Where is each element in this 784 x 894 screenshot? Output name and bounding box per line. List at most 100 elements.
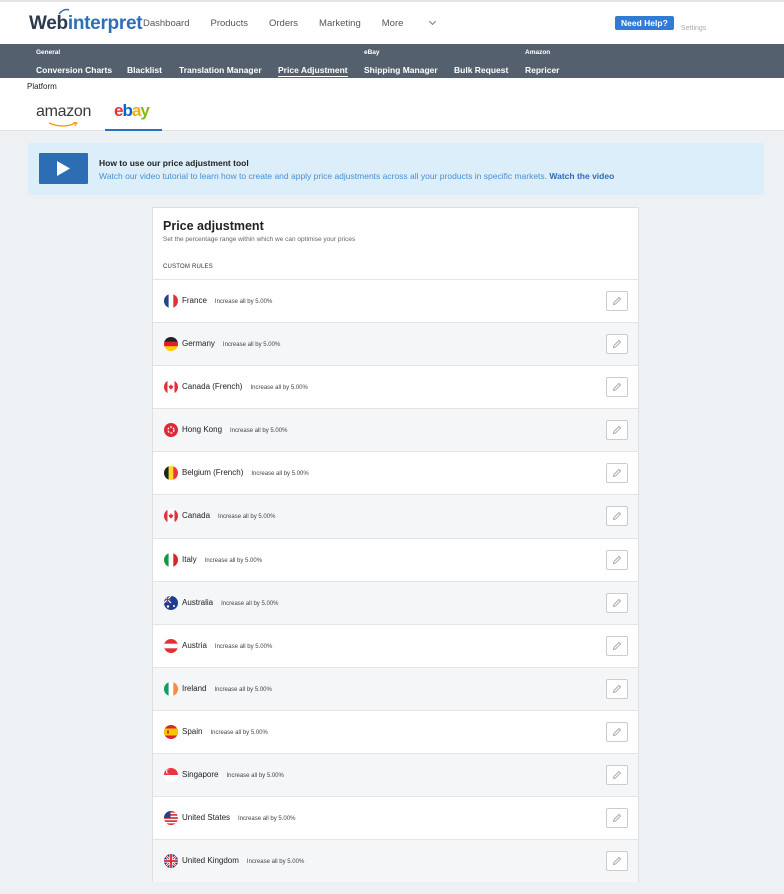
group-label-general: General — [36, 49, 61, 56]
banner-title: How to use our price adjustment tool — [99, 158, 249, 168]
pencil-icon — [612, 814, 622, 823]
country-name: Canada (French) — [182, 382, 243, 392]
group-label-amazon: Amazon — [525, 49, 551, 56]
flag-italy-icon — [164, 552, 178, 567]
edit-rule-button[interactable] — [606, 506, 628, 527]
flag-singapore-icon — [164, 768, 178, 783]
nav-orders[interactable]: Orders — [269, 18, 298, 29]
country-name: Spain — [182, 726, 203, 736]
amazon-smile-icon — [48, 122, 78, 127]
watch-video-link[interactable]: Watch the video — [549, 171, 614, 181]
rule-row: Singapore Increase all by 5.00% — [153, 753, 638, 797]
group-label-ebay: eBay — [364, 49, 380, 56]
edit-rule-button[interactable] — [606, 420, 628, 441]
rule-text: Canada Increase all by 5.00% — [182, 511, 275, 520]
subnav-blacklist[interactable]: Blacklist — [127, 65, 162, 75]
subnav-bulk-request[interactable]: Bulk Request — [454, 65, 508, 75]
flag-austria-icon — [164, 638, 178, 653]
custom-rules-label: CUSTOM RULES — [163, 264, 213, 270]
edit-rule-button[interactable] — [606, 592, 628, 613]
ebay-letter-b: b — [122, 101, 132, 120]
rule-text: France Increase all by 5.00% — [182, 296, 272, 305]
edit-rule-button[interactable] — [606, 463, 628, 484]
video-tutorial-banner: How to use our price adjustment tool Wat… — [28, 143, 764, 195]
platform-selector: Platform amazon ebay — [0, 78, 784, 131]
pencil-icon — [612, 426, 622, 435]
platform-tab-ebay[interactable]: ebay — [105, 96, 162, 131]
pencil-icon — [612, 684, 622, 693]
flag-united-states-icon — [164, 811, 178, 826]
pencil-icon — [612, 469, 622, 478]
platform-tab-amazon[interactable]: amazon — [36, 103, 91, 121]
flag-germany-icon — [164, 337, 178, 352]
rule-text: United Kingdom Increase all by 5.00% — [182, 856, 304, 865]
need-help-button[interactable]: Need Help? — [615, 16, 674, 30]
rule-summary: Increase all by 5.00% — [246, 859, 305, 866]
rule-row: Canada (French) Increase all by 5.00% — [153, 365, 638, 408]
logo-main: Web — [29, 13, 68, 34]
card-subtitle: Set the percentage range within which we… — [163, 236, 356, 243]
nav-products[interactable]: Products — [210, 18, 248, 29]
pencil-icon — [612, 727, 622, 736]
rule-row: Austria Increase all by 5.00% — [153, 623, 638, 667]
logo-accent: interpret — [67, 13, 143, 34]
webinterpret-logo[interactable]: Webinterpret — [29, 13, 143, 35]
flag-ireland-icon — [164, 681, 178, 696]
rule-summary: Increase all by 5.00% — [251, 471, 309, 478]
subnav-conversion-charts[interactable]: Conversion Charts — [36, 65, 112, 75]
edit-rule-button[interactable] — [606, 721, 628, 742]
rule-row: Italy Increase all by 5.00% — [153, 537, 638, 581]
edit-rule-button[interactable] — [606, 765, 628, 786]
rule-summary: Increase all by 5.00% — [218, 514, 276, 521]
rule-row: Ireland Increase all by 5.00% — [153, 666, 638, 710]
subnav-repricer[interactable]: Repricer — [525, 65, 560, 75]
edit-rule-button[interactable] — [606, 377, 628, 398]
banner-text-line: Watch our video tutorial to learn how to… — [99, 171, 614, 181]
rule-row: France Increase all by 5.00% — [153, 279, 638, 322]
rule-row: Germany Increase all by 5.00% — [153, 322, 638, 366]
rule-summary: Increase all by 5.00% — [238, 816, 296, 823]
custom-rules-list: France Increase all by 5.00% Germany Increa… — [153, 279, 638, 883]
rule-summary: Increase all by 5.00% — [250, 385, 308, 392]
flag-canada-french-icon — [164, 380, 178, 395]
country-name: United Kingdom — [182, 856, 239, 866]
edit-rule-button[interactable] — [606, 678, 628, 699]
edit-rule-button[interactable] — [606, 334, 628, 355]
rule-text: Austria Increase all by 5.00% — [182, 641, 272, 650]
nav-more[interactable]: More — [381, 17, 437, 29]
subnav-translation-manager[interactable]: Translation Manager — [179, 65, 262, 75]
edit-rule-button[interactable] — [606, 291, 628, 311]
subnav-price-adjustment[interactable]: Price Adjustment — [278, 65, 348, 77]
rule-text: Hong Kong Increase all by 5.00% — [182, 425, 287, 434]
edit-rule-button[interactable] — [606, 635, 628, 656]
pencil-icon — [612, 598, 622, 607]
rule-text: Germany Increase all by 5.00% — [182, 339, 280, 348]
rule-row: Belgium (French) Increase all by 5.00% — [153, 451, 638, 494]
rule-row: Australia Increase all by 5.00% — [153, 580, 638, 624]
settings-link[interactable]: Settings — [681, 25, 706, 32]
country-name: France — [182, 296, 207, 305]
nav-more-label: More — [381, 18, 404, 29]
rule-text: Spain Increase all by 5.00% — [182, 727, 268, 736]
ebay-logo: ebay — [114, 101, 150, 121]
play-video-button[interactable] — [39, 153, 88, 184]
country-name: Austria — [182, 640, 207, 650]
flag-hong-kong-icon — [164, 423, 178, 438]
country-name: Hong Kong — [182, 425, 223, 435]
edit-rule-button[interactable] — [606, 549, 628, 570]
edit-rule-button[interactable] — [606, 851, 628, 872]
rule-summary: Increase all by 5.00% — [214, 686, 272, 693]
rule-summary: Increase all by 5.00% — [214, 299, 273, 305]
edit-rule-button[interactable] — [606, 808, 628, 829]
nav-marketing[interactable]: Marketing — [319, 18, 361, 29]
banner-description: Watch our video tutorial to learn how to… — [99, 171, 548, 181]
rule-summary: Increase all by 5.00% — [226, 773, 284, 780]
country-name: United States — [182, 813, 231, 823]
ebay-letter-y: y — [140, 101, 150, 120]
pencil-icon — [612, 857, 622, 866]
rule-text: United States Increase all by 5.00% — [182, 813, 295, 822]
card-title: Price adjustment — [163, 219, 264, 233]
subnav-shipping-manager[interactable]: Shipping Manager — [364, 65, 438, 75]
rule-summary: Increase all by 5.00% — [204, 557, 263, 564]
nav-dashboard[interactable]: Dashboard — [143, 18, 189, 29]
